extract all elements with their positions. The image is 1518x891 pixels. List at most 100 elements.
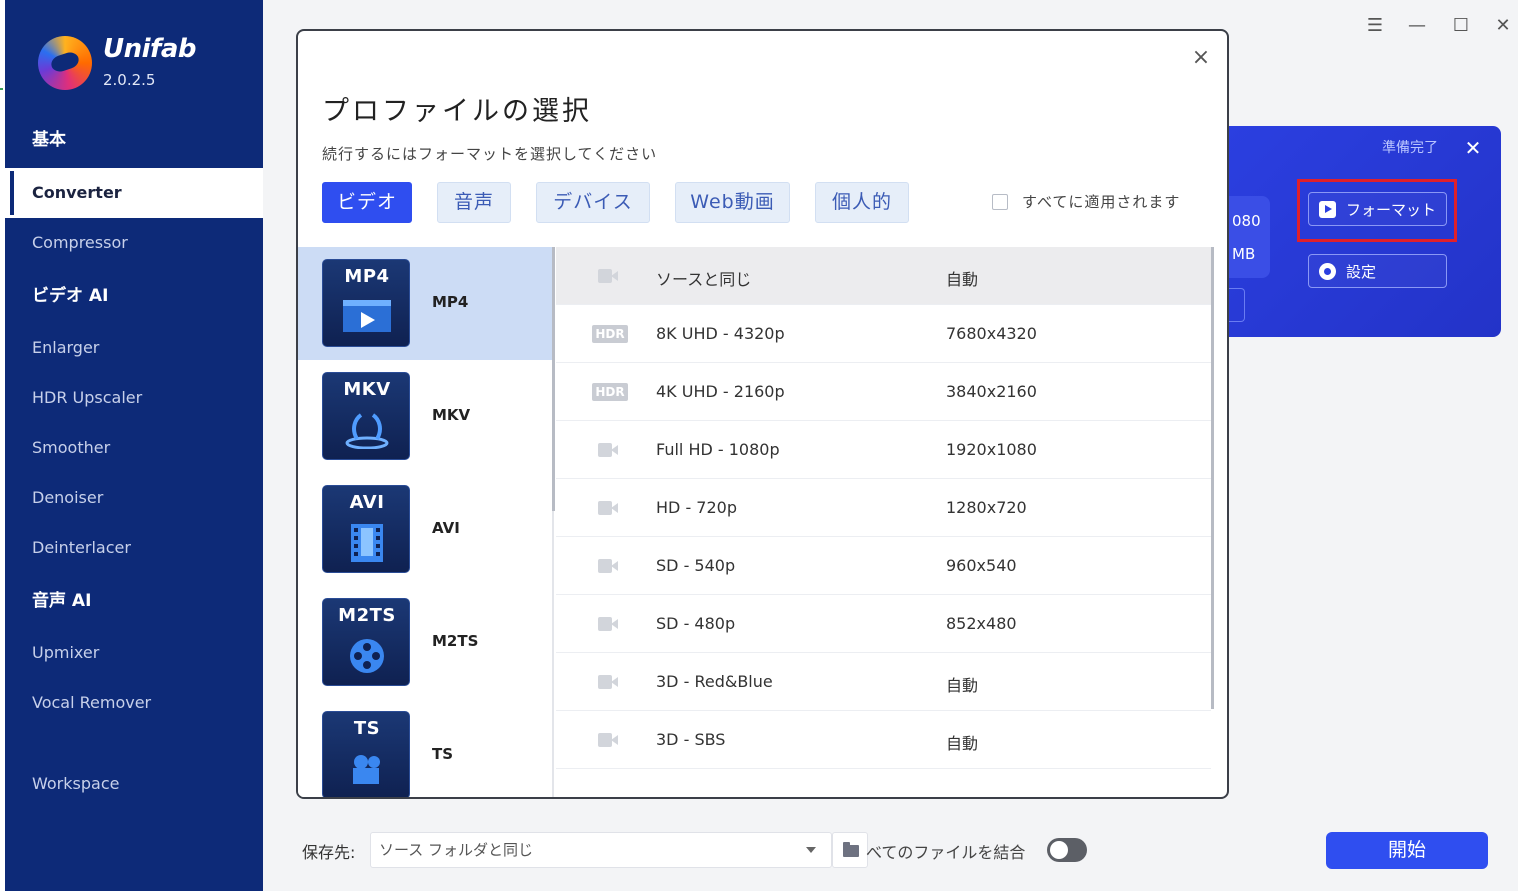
app-name: Unifab — [103, 34, 197, 64]
dialog-title: プロファイルの選択 — [322, 96, 592, 127]
folder-icon[interactable] — [832, 832, 868, 868]
minimize-icon[interactable]: — — [1405, 14, 1429, 38]
resolution-name: 3D - SBS — [656, 730, 726, 749]
sidebar-section-video-ai: ビデオ AI — [32, 286, 109, 306]
merge-files-toggle[interactable] — [1047, 838, 1087, 862]
hdr-icon: HDR — [592, 383, 628, 401]
sidebar-section-basic: 基本 — [32, 130, 66, 150]
resolution-row[interactable]: HDR 4K UHD - 2160p 3840x2160 — [556, 363, 1211, 421]
save-location-select[interactable]: ソース フォルダと同じ — [370, 832, 832, 868]
format-button[interactable]: フォーマット — [1308, 192, 1447, 226]
camera-icon — [592, 441, 624, 459]
sidebar-item-smoother[interactable]: Smoother — [5, 423, 263, 473]
sidebar-item-upmixer[interactable]: Upmixer — [5, 628, 263, 678]
sidebar-item-hdr-upscaler[interactable]: HDR Upscaler — [5, 373, 263, 423]
mkv-icon: MKV — [322, 372, 410, 460]
format-label: M2TS — [432, 632, 479, 650]
camera-icon — [592, 673, 624, 691]
camera-icon — [592, 731, 624, 749]
resolution-row[interactable]: 3D - Red&Blue 自動 — [556, 653, 1211, 711]
merge-files-label: べてのファイルを結合 — [866, 843, 1026, 862]
tab-device[interactable]: デバイス — [536, 182, 650, 223]
start-button[interactable]: 開始 — [1326, 832, 1488, 869]
resolution-value: 852x480 — [946, 614, 1017, 633]
avi-icon: AVI — [322, 485, 410, 573]
dialog-subtitle: 続行するにはフォーマットを選択してください — [322, 145, 658, 163]
format-item-avi[interactable]: AVI AVI — [298, 473, 552, 586]
settings-button[interactable]: 設定 — [1308, 254, 1447, 288]
unifab-logo-icon — [38, 36, 92, 90]
format-label: AVI — [432, 519, 460, 537]
chevron-down-icon[interactable] — [806, 847, 816, 853]
resolution-row[interactable]: SD - 480p 852x480 — [556, 595, 1211, 653]
camera-icon — [592, 615, 624, 633]
resolution-value: 自動 — [946, 676, 979, 695]
task-size: MB — [1232, 245, 1256, 263]
resolution-name: Full HD - 1080p — [656, 440, 780, 459]
resolution-list: ソースと同じ 自動 HDR 8K UHD - 4320p 7680x4320 HDR 4K … — [556, 247, 1213, 797]
task-status: 準備完了 — [1382, 140, 1438, 156]
tab-audio[interactable]: 音声 — [437, 182, 511, 223]
format-list-scrollbar[interactable] — [552, 247, 555, 511]
sidebar-item-deinterlacer[interactable]: Deinterlacer — [5, 523, 263, 573]
sidebar-item-workspace[interactable]: Workspace — [5, 759, 263, 809]
menu-icon[interactable]: ☰ — [1363, 14, 1387, 38]
save-to-label: 保存先: — [302, 843, 356, 862]
format-label: MKV — [432, 406, 471, 424]
m2ts-icon: M2TS — [322, 598, 410, 686]
task-close-icon[interactable]: ✕ — [1462, 136, 1484, 160]
format-button-label: フォーマット — [1346, 200, 1437, 219]
resolution-name: 4K UHD - 2160p — [656, 382, 785, 401]
resolution-value: 自動 — [946, 734, 979, 753]
apply-all-checkbox[interactable] — [992, 193, 1008, 210]
task-info-panel — [1228, 196, 1270, 278]
resolution-name: SD - 480p — [656, 614, 736, 633]
resolution-row[interactable]: HDR 8K UHD - 4320p 7680x4320 — [556, 305, 1211, 363]
resolution-row[interactable]: 3D - SBS 自動 — [556, 711, 1211, 769]
task-resolution: 080 — [1232, 212, 1261, 230]
sidebar-item-converter[interactable]: Converter — [5, 168, 263, 218]
tab-web-video[interactable]: Web動画 — [675, 182, 790, 223]
resolution-value: 960x540 — [946, 556, 1017, 575]
tab-video[interactable]: ビデオ — [322, 182, 412, 223]
sidebar-item-vocal-remover[interactable]: Vocal Remover — [5, 678, 263, 728]
camera-icon — [592, 267, 624, 285]
resolution-row[interactable]: SD - 540p 960x540 — [556, 537, 1211, 595]
resolution-value: 1920x1080 — [946, 440, 1037, 459]
format-item-m2ts[interactable]: M2TS M2TS — [298, 586, 552, 699]
sidebar-item-compressor[interactable]: Compressor — [5, 218, 263, 268]
resolution-name: 8K UHD - 4320p — [656, 324, 785, 343]
format-item-mp4[interactable]: MP4 MP4 — [298, 247, 552, 360]
resolution-value: 1280x720 — [946, 498, 1027, 517]
format-label: TS — [432, 745, 454, 763]
sidebar-item-denoiser[interactable]: Denoiser — [5, 473, 263, 523]
mp4-icon: MP4 — [322, 259, 410, 347]
dialog-close-icon[interactable]: × — [1189, 45, 1213, 70]
sidebar: Unifab 2.0.2.5 基本 Converter Compressor ビ… — [5, 0, 263, 891]
resolution-value: 3840x2160 — [946, 382, 1037, 401]
close-window-icon[interactable]: ✕ — [1491, 14, 1515, 38]
profile-select-dialog: × プロファイルの選択 続行するにはフォーマットを選択してください ビデオ 音声… — [296, 29, 1229, 799]
ts-icon: TS — [322, 711, 410, 797]
sidebar-section-audio-ai: 音声 AI — [32, 591, 92, 611]
play-icon — [1319, 200, 1336, 218]
resolution-name: 3D - Red&Blue — [656, 672, 773, 691]
maximize-icon[interactable]: ☐ — [1449, 14, 1473, 38]
resolution-row[interactable]: HD - 720p 1280x720 — [556, 479, 1211, 537]
camera-icon — [592, 557, 624, 575]
resolution-name: HD - 720p — [656, 498, 737, 517]
resolution-row[interactable]: ソースと同じ 自動 — [556, 247, 1211, 305]
tab-personal[interactable]: 個人的 — [815, 182, 909, 223]
edge-marker — [0, 88, 3, 90]
sidebar-item-enlarger[interactable]: Enlarger — [5, 323, 263, 373]
settings-button-label: 設定 — [1346, 262, 1377, 281]
format-item-mkv[interactable]: MKV MKV — [298, 360, 552, 473]
resolution-value: 自動 — [946, 270, 979, 289]
apply-all-label: すべてに適用されます — [1022, 193, 1181, 211]
task-mini-button[interactable] — [1228, 288, 1245, 322]
resolution-name: ソースと同じ — [656, 270, 752, 289]
resolution-row[interactable]: Full HD - 1080p 1920x1080 — [556, 421, 1211, 479]
resolution-list-scrollbar[interactable] — [1211, 247, 1214, 709]
apply-all-option[interactable]: すべてに適用されます — [992, 191, 1180, 212]
format-item-ts[interactable]: TS TS — [298, 699, 552, 797]
